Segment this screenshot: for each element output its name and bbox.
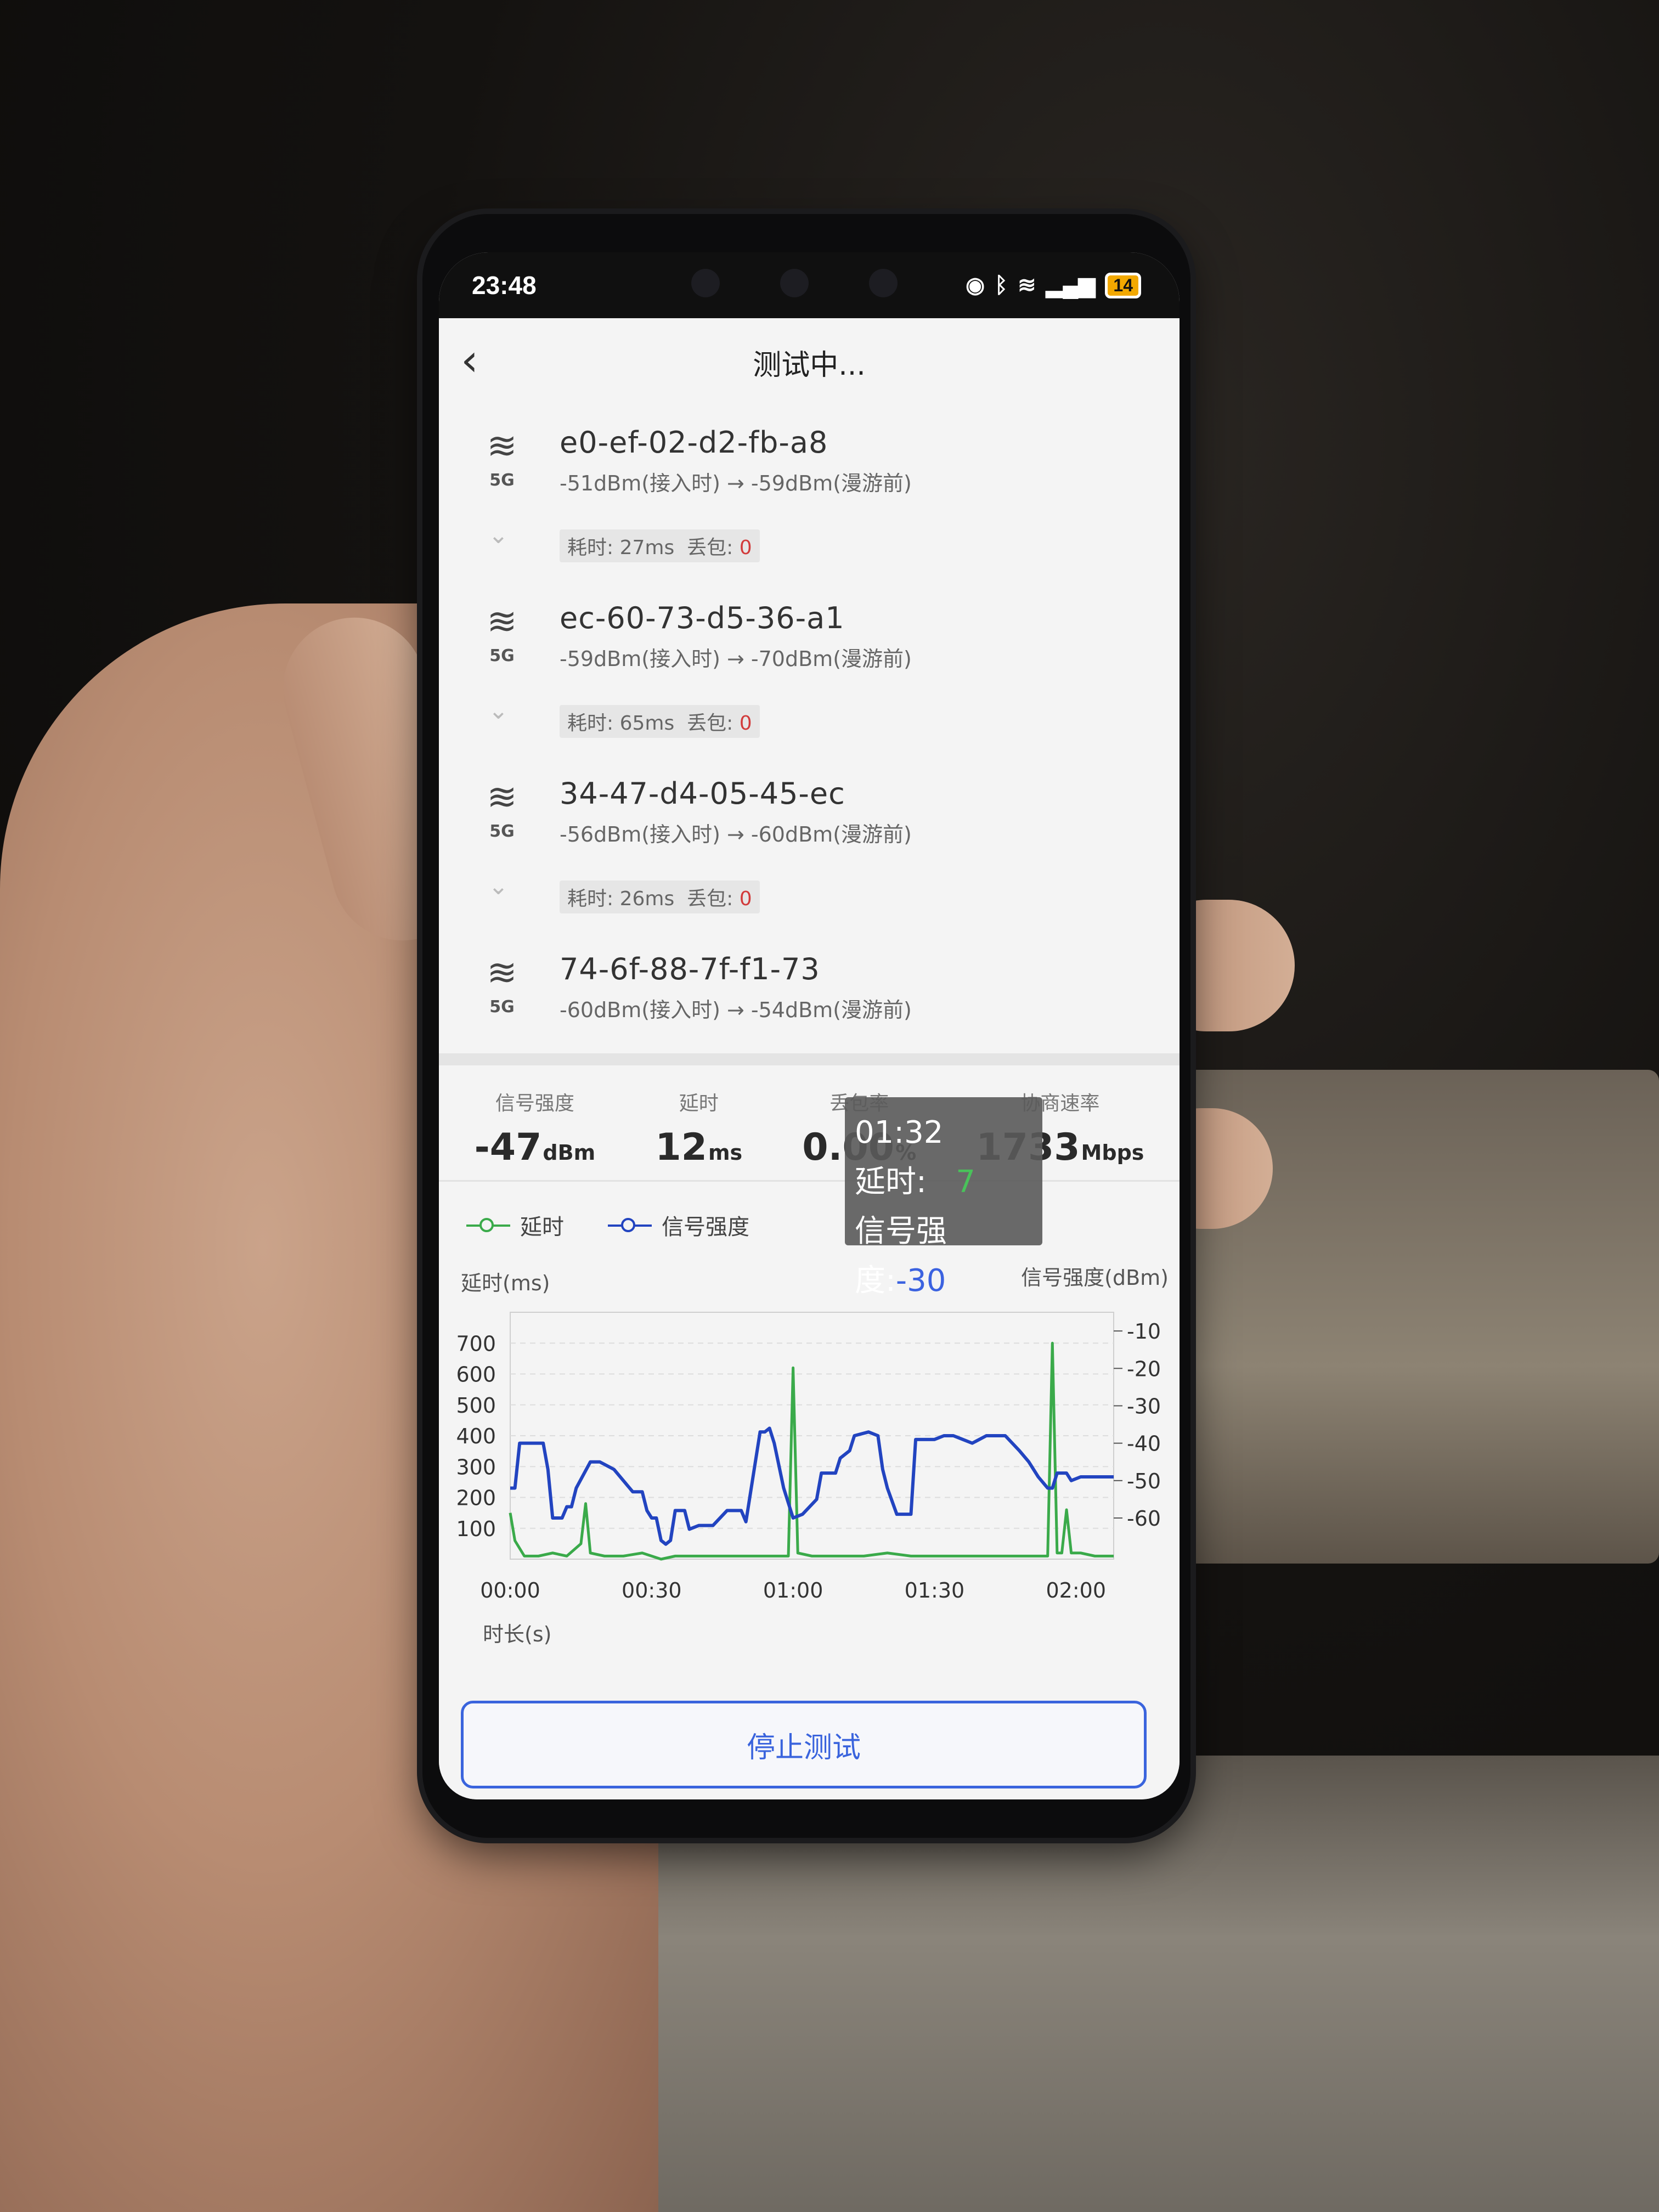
- y-right-tick-label: -10: [1127, 1319, 1161, 1344]
- camera-cutouts: [691, 269, 898, 297]
- stat-unit: Mbps: [1081, 1141, 1144, 1165]
- ap-rssi: -59dBm(接入时) → -70dBm(漫游前): [560, 647, 912, 671]
- legend-item-latency[interactable]: 延时: [466, 1209, 564, 1241]
- stat-value: 12: [655, 1126, 707, 1169]
- access-point-list: ≋ 5G e0-ef-02-d2-fb-a8 -51dBm(接入时) → -59d…: [439, 406, 1180, 1048]
- wifi-icon: ≋: [1018, 273, 1036, 297]
- ap-mac: 34-47-d4-05-45-ec: [560, 776, 845, 811]
- app: ‹ 测试中... ≋ 5G e0-ef-02-d2-fb-a8 -51dBm(接入…: [439, 318, 1180, 1799]
- chevron-down-icon: ⌄: [488, 521, 509, 549]
- tooltip-latency-label: 延时:: [855, 1164, 927, 1200]
- access-point-item: ≋ 5G 34-47-d4-05-45-ec -56dBm(接入时) → -60d…: [461, 757, 1158, 872]
- chart-section: 延时 信号强度 延时(ms) 信号强度(dBm) 100 200 300 400 500 60…: [439, 1182, 1180, 1647]
- ap-mac: e0-ef-02-d2-fb-a8: [560, 425, 828, 460]
- status-bar: 23:48 ◉ ᛒ ≋ ▂▄▆ 14: [439, 252, 1180, 318]
- legend-label: 信号强度: [662, 1215, 749, 1240]
- y-right-axis-title: 信号强度(dBm): [1021, 1266, 1169, 1290]
- stats-row: 信号强度 -47dBm 延时 12ms 丢包率 0.00% 协商速率 1733M…: [439, 1065, 1180, 1182]
- ap-mac: 74-6f-88-7f-f1-73: [560, 952, 820, 986]
- ap-mac: ec-60-73-d5-36-a1: [560, 601, 845, 635]
- wifi-icon: ≋ 5G: [472, 428, 532, 490]
- stat-label: 延时: [679, 1092, 719, 1115]
- access-point-item: ≋ 5G e0-ef-02-d2-fb-a8 -51dBm(接入时) → -59d…: [461, 406, 1158, 521]
- access-point-item: ≋ 5G ec-60-73-d5-36-a1 -59dBm(接入时) → -70d…: [461, 582, 1158, 697]
- y-left-tick-label: 200: [456, 1486, 496, 1510]
- status-icons: ◉ ᛒ ≋ ▂▄▆ 14: [966, 272, 1141, 298]
- chart-legend: 延时 信号强度: [450, 1182, 1169, 1257]
- y-right-tick-label: -60: [1127, 1506, 1161, 1531]
- stat-signal: 信号强度 -47dBm: [475, 1087, 596, 1169]
- wifi-icon: ≋ 5G: [472, 955, 532, 1017]
- hop-info: 耗时: 65ms 丢包: 0: [560, 705, 760, 738]
- chart-tooltip: 01:32 延时: 7 信号强度:-30: [845, 1097, 1042, 1299]
- chevron-down-icon: ⌄: [488, 872, 509, 900]
- roam-hop: ⌄ 耗时: 65ms 丢包: 0: [461, 697, 1158, 757]
- x-tick-label: 01:30: [905, 1578, 965, 1602]
- y-left-tick-label: 400: [456, 1424, 496, 1448]
- access-point-item: ≋ 5G 74-6f-88-7f-f1-73 -60dBm(接入时) → -54d…: [461, 933, 1158, 1048]
- section-divider: [439, 1053, 1180, 1065]
- back-icon[interactable]: ‹: [461, 335, 478, 386]
- y-left-tick-label: 500: [456, 1393, 496, 1418]
- wifi-icon: ≋ 5G: [472, 779, 532, 842]
- y-right-tick-label: -20: [1127, 1357, 1161, 1381]
- band-label: 5G: [489, 646, 515, 665]
- legend-marker-icon: [608, 1217, 652, 1233]
- x-tick-label: 00:00: [480, 1578, 540, 1602]
- y-left-tick-label: 100: [456, 1517, 496, 1541]
- tooltip-signal-value: -30: [895, 1263, 946, 1299]
- y-left-tick-label: 300: [456, 1455, 496, 1479]
- series-line-signal: [510, 1426, 1114, 1546]
- phone-screen: 23:48 ◉ ᛒ ≋ ▂▄▆ 14 ‹ 测试中... ≋ 5G e0-ef-02…: [439, 252, 1180, 1799]
- battery-icon: 14: [1105, 272, 1141, 298]
- bluetooth-icon: ᛒ: [995, 273, 1008, 297]
- wifi-icon: ≋ 5G: [472, 603, 532, 666]
- band-label: 5G: [489, 822, 515, 841]
- ap-rssi: -56dBm(接入时) → -60dBm(漫游前): [560, 822, 912, 847]
- stat-label: 信号强度: [495, 1092, 574, 1115]
- hop-info: 耗时: 27ms 丢包: 0: [560, 529, 760, 562]
- legend-marker-icon: [466, 1217, 510, 1233]
- y-left-tick-label: 600: [456, 1363, 496, 1387]
- y-right-tick-label: -30: [1127, 1394, 1161, 1418]
- x-tick-label: 02:00: [1046, 1578, 1106, 1602]
- stat-value: -47: [474, 1126, 542, 1169]
- hop-info: 耗时: 26ms 丢包: 0: [560, 881, 760, 913]
- y-right-tick-label: -50: [1127, 1469, 1161, 1493]
- cell-signal-icon: ▂▄▆: [1046, 273, 1096, 297]
- eye-icon: ◉: [966, 273, 985, 297]
- stat-unit: dBm: [543, 1141, 596, 1165]
- chevron-down-icon: ⌄: [488, 697, 509, 725]
- band-label: 5G: [489, 471, 515, 490]
- roam-hop: ⌄ 耗时: 26ms 丢包: 0: [461, 872, 1158, 933]
- stat-unit: ms: [708, 1141, 743, 1165]
- y-left-axis-title: 延时(ms): [461, 1271, 550, 1295]
- latency-signal-chart[interactable]: 延时(ms) 信号强度(dBm) 100 200 300 400 500 600 700 -10 -…: [450, 1252, 1169, 1647]
- tooltip-time: 01:32: [855, 1115, 944, 1150]
- x-tick-label: 01:00: [763, 1578, 823, 1602]
- roam-hop: ⌄ 耗时: 27ms 丢包: 0: [461, 521, 1158, 582]
- x-tick-label: 00:30: [622, 1578, 682, 1602]
- y-left-tick-label: 700: [456, 1331, 496, 1356]
- x-axis-title: 时长(s): [483, 1622, 551, 1646]
- ap-rssi: -60dBm(接入时) → -54dBm(漫游前): [560, 998, 912, 1022]
- series-line-latency: [509, 1341, 1114, 1561]
- legend-label: 延时: [520, 1215, 564, 1240]
- stat-latency: 延时 12ms: [655, 1087, 742, 1169]
- legend-item-signal[interactable]: 信号强度: [608, 1209, 749, 1241]
- ap-rssi: -51dBm(接入时) → -59dBm(漫游前): [560, 471, 912, 495]
- band-label: 5G: [489, 997, 515, 1017]
- stop-test-button[interactable]: 停止测试: [461, 1701, 1147, 1788]
- page-title: 测试中...: [753, 348, 866, 382]
- tooltip-latency-value: 7: [956, 1164, 975, 1200]
- status-time: 23:48: [472, 271, 537, 300]
- header: ‹ 测试中...: [439, 318, 1180, 406]
- y-right-tick-label: -40: [1127, 1432, 1161, 1456]
